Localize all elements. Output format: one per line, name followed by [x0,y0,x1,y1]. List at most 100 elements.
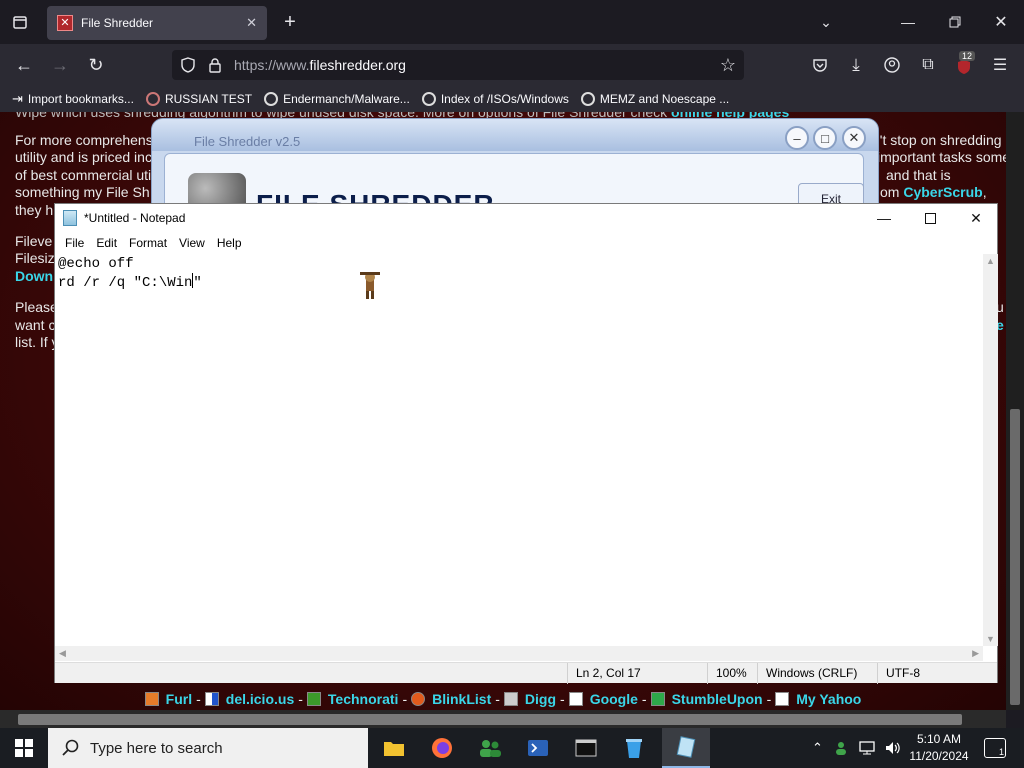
menu-file[interactable]: File [59,234,90,254]
notepad-vertical-scrollbar[interactable]: ▲ ▼ [983,254,998,646]
bookmark-star-icon[interactable]: ☆ [716,54,740,76]
globe-icon [145,92,160,106]
start-button[interactable] [0,728,48,768]
notepad-icon [63,210,77,226]
file-shredder-title: File Shredder v2.5 [194,134,301,149]
volume-icon[interactable] [885,741,901,755]
taskbar-powershell[interactable] [514,728,562,768]
page-text: , [982,184,987,200]
taskbar-notepad[interactable] [662,728,710,768]
social-link-stumbleupon[interactable]: StumbleUpon [672,691,763,707]
network-icon[interactable] [859,741,875,755]
menu-view[interactable]: View [173,234,211,254]
scroll-down-arrow-icon[interactable]: ▼ [986,634,995,644]
extensions-puzzle-icon[interactable]: ⧉ [916,54,940,76]
scroll-left-arrow-icon[interactable]: ◀ [59,648,66,659]
close-tab-icon[interactable]: ✕ [246,15,257,31]
page-text: they h [15,202,54,218]
page-vertical-scrollbar[interactable] [1006,112,1024,710]
page-text: Filesiz [15,250,55,266]
notification-center-icon[interactable]: 1 [984,738,1006,758]
notepad-close-button[interactable]: ✕ [953,204,999,232]
lock-icon[interactable] [205,54,225,76]
hamburger-menu-icon[interactable]: ☰ [988,54,1012,76]
menu-help[interactable]: Help [211,234,248,254]
firefox-icon [432,738,452,758]
status-cursor-position: Ln 2, Col 17 [567,663,707,684]
social-link-blinklist[interactable]: BlinkList [432,691,491,707]
user-status-icon[interactable] [833,740,849,756]
file-shredder-minimize-button[interactable]: – [785,126,809,150]
taskbar-clock[interactable]: 5:10 AM 11/20/2024 [904,731,974,765]
pocket-icon[interactable] [808,54,832,76]
notepad-horizontal-scrollbar[interactable]: ◀ ▶ [55,646,983,661]
tracking-shield-icon[interactable] [178,54,198,76]
download-link[interactable]: Down [15,268,53,284]
tab-list-chevron-icon[interactable]: ⌄ [814,10,838,34]
list-all-tabs-icon[interactable] [8,10,32,34]
taskbar-command-prompt[interactable] [562,728,610,768]
file-shredder-maximize-button[interactable]: □ [813,126,837,150]
digg-icon [503,692,518,706]
account-icon[interactable] [880,54,904,76]
social-link-furl[interactable]: Furl [166,691,192,707]
scrollbar-thumb[interactable] [1010,409,1020,705]
scroll-up-arrow-icon[interactable]: ▲ [986,256,995,266]
close-window-button[interactable]: ✕ [989,10,1013,34]
restore-button[interactable] [943,10,967,34]
browser-tab-active[interactable]: ✕ File Shredder ✕ [47,6,267,40]
show-hidden-icons-chevron-icon[interactable]: ⌃ [812,740,823,756]
bookmark-memz[interactable]: MEMZ and Noescape ... [580,92,729,106]
page-text: utility and is priced inc [15,149,152,165]
bookmark-isos[interactable]: Index of /ISOs/Windows [421,92,569,106]
file-shredder-close-button[interactable]: ✕ [842,126,866,150]
minimize-button[interactable]: — [896,10,920,34]
taskbar-search-box[interactable]: Type here to search [48,728,368,768]
bookmark-import[interactable]: ⇥ Import bookmarks... [12,91,134,107]
page-text: important tasks some [877,149,1006,165]
paragraph-line: of best commercial uti [15,167,151,185]
social-link-digg[interactable]: Digg [525,691,556,707]
page-horizontal-scrollbar[interactable] [0,710,1006,728]
menu-format[interactable]: Format [123,234,173,254]
terminal-icon [575,739,597,757]
status-zoom: 100% [707,663,757,684]
social-link-my-yahoo[interactable]: My Yahoo [796,691,861,707]
file-shredder-titlebar[interactable]: File Shredder v2.5 [152,119,878,151]
reload-icon[interactable]: ↻ [84,53,108,77]
back-arrow-icon[interactable]: ← [12,53,36,77]
taskbar-users-app[interactable] [466,728,514,768]
new-tab-button[interactable]: + [278,10,302,34]
url-bar[interactable]: https://www. fileshredder.org [172,50,744,80]
status-line-endings: Windows (CRLF) [757,663,877,684]
cyberscrub-link[interactable]: CyberScrub [903,184,982,200]
taskbar-firefox[interactable] [418,728,466,768]
forward-arrow-icon[interactable]: → [48,53,72,77]
google-icon [568,692,583,706]
bookmark-endermanch[interactable]: Endermanch/Malware... [264,92,410,106]
notepad-minimize-button[interactable]: — [861,204,907,232]
scroll-right-arrow-icon[interactable]: ▶ [972,648,979,659]
menu-edit[interactable]: Edit [90,234,123,254]
social-link-technorati[interactable]: Technorati [328,691,399,707]
paragraph-line-right: important tasks some [877,149,1006,167]
downloads-icon[interactable]: ⤓ [844,54,868,76]
bookmark-russian-test[interactable]: RUSSIAN TEST [145,92,253,106]
taskbar-file-explorer[interactable] [370,728,418,768]
scrollbar-thumb[interactable] [18,714,962,725]
separator: - [766,691,772,707]
google-icon [421,92,436,106]
notepad-text-area[interactable]: @echo off rd /r /q "C:\Win" [55,254,983,646]
bookmark-label: RUSSIAN TEST [164,92,253,106]
social-link-google[interactable]: Google [590,691,638,707]
notification-count: 1 [998,747,1004,757]
social-link-delicious[interactable]: del.icio.us [226,691,294,707]
taskbar-recycle-bin[interactable] [610,728,658,768]
notepad-titlebar[interactable]: *Untitled - Notepad [55,204,997,232]
notepad-icon [676,736,696,758]
browser-tab-bar: ✕ File Shredder ✕ + ⌄ — ✕ [0,0,1024,44]
url-protocol: https://www. [234,57,310,73]
search-icon [62,739,79,756]
bookmark-label: Index of /ISOs/Windows [440,92,569,106]
notepad-maximize-button[interactable] [907,204,953,232]
